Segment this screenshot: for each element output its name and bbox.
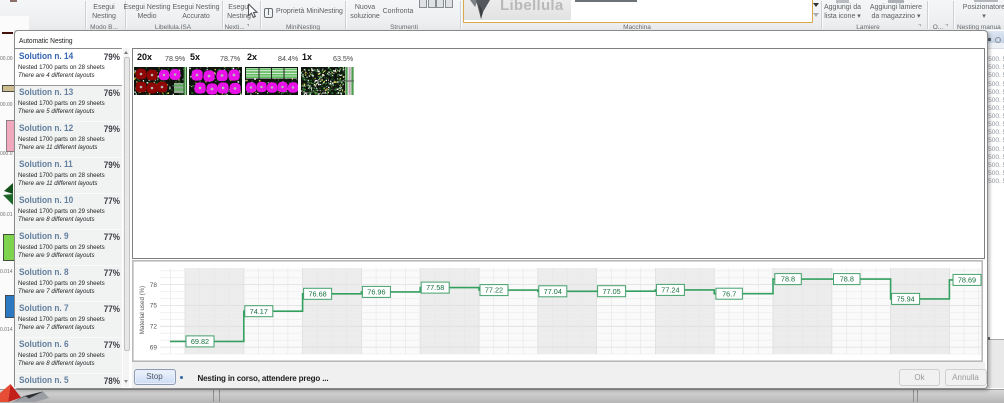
svg-text:76.7: 76.7	[722, 289, 736, 298]
svg-text:78.8: 78.8	[840, 275, 854, 284]
svg-text:77.05: 77.05	[602, 287, 620, 296]
svg-text:77.24: 77.24	[661, 286, 679, 295]
svg-text:72: 72	[150, 324, 158, 331]
svg-text:75: 75	[150, 303, 158, 310]
svg-text:74.17: 74.17	[250, 307, 268, 316]
svg-text:77.04: 77.04	[544, 287, 562, 296]
svg-text:75.94: 75.94	[896, 295, 914, 304]
svg-text:69.82: 69.82	[191, 337, 209, 346]
svg-text:77.22: 77.22	[485, 286, 503, 295]
svg-text:78: 78	[150, 282, 158, 289]
svg-text:78.8: 78.8	[781, 275, 795, 284]
svg-text:77.58: 77.58	[426, 283, 444, 292]
svg-text:Material used (%): Material used (%)	[139, 286, 146, 335]
svg-text:69: 69	[150, 344, 158, 351]
svg-text:76.96: 76.96	[367, 288, 385, 297]
svg-text:78.69: 78.69	[958, 276, 976, 285]
svg-text:76.68: 76.68	[308, 289, 326, 298]
